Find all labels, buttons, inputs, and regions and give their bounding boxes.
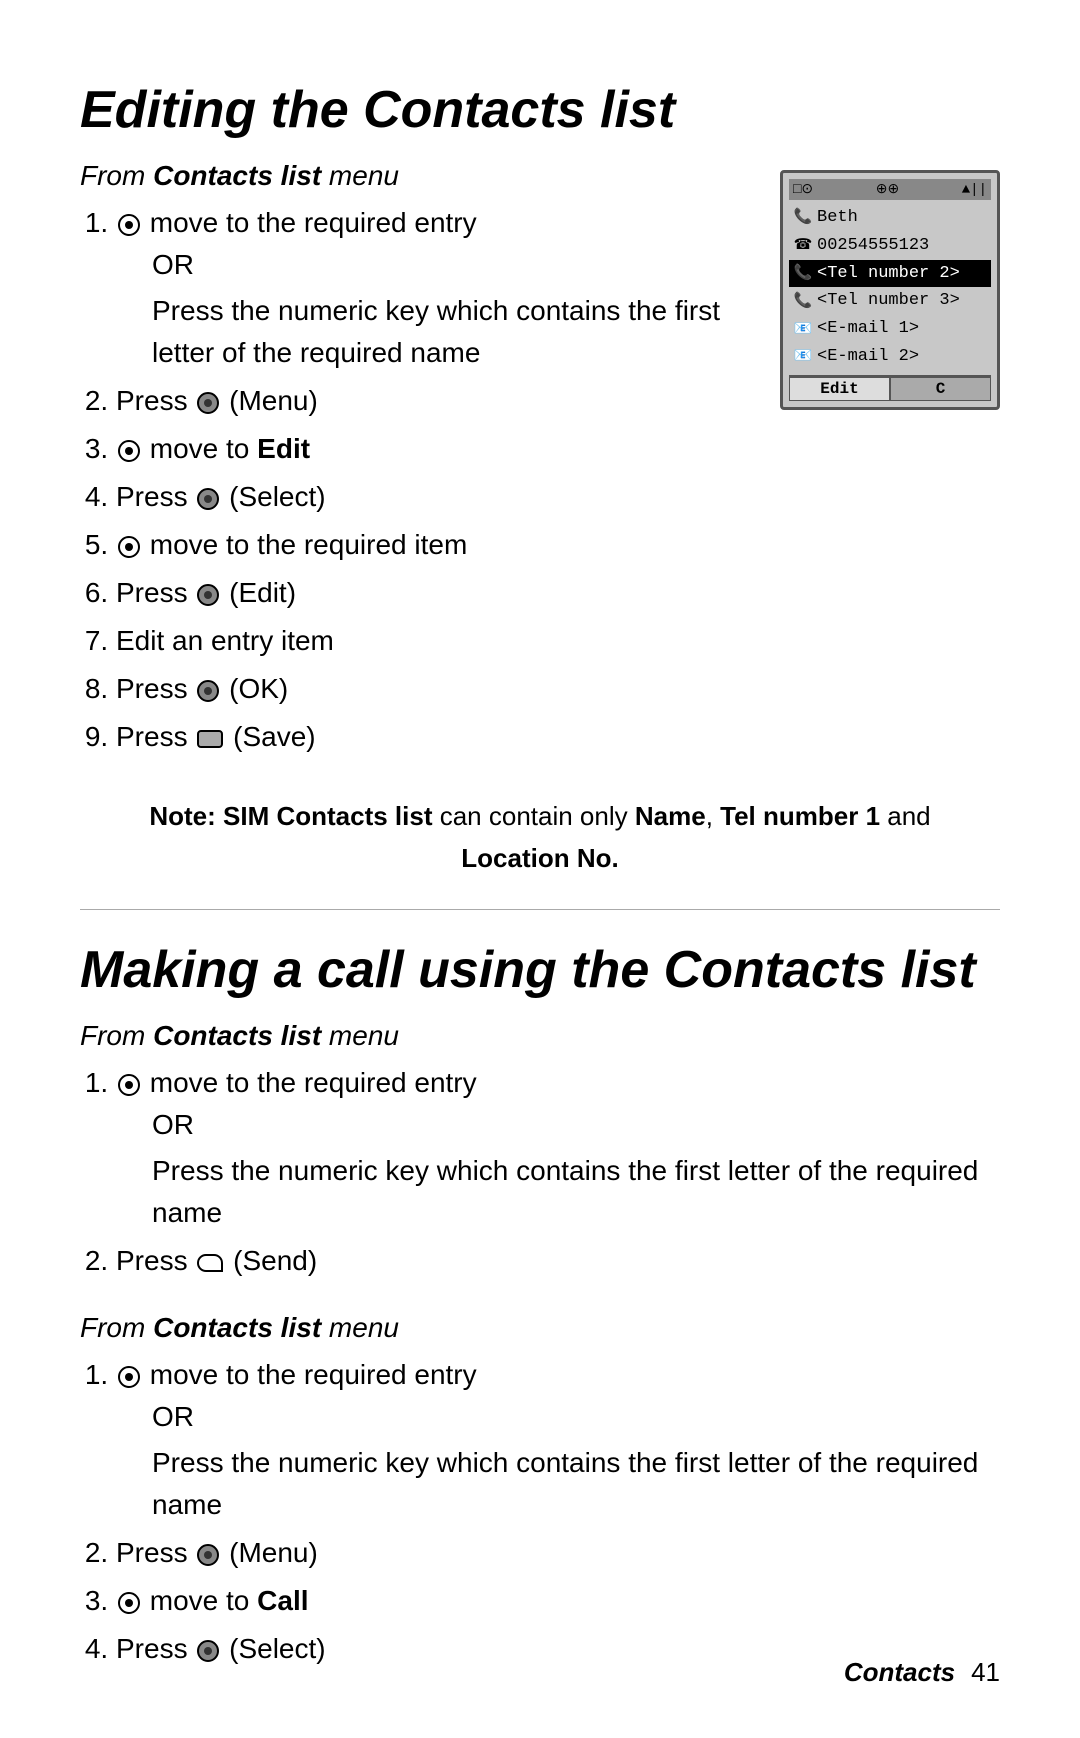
- section3-subtitle: From Contacts list menu: [80, 1312, 1000, 1344]
- step-2b-3: move to Call: [116, 1580, 1000, 1622]
- joystick-icon-5: [118, 1366, 140, 1388]
- or-text-3: OR: [152, 1396, 1000, 1438]
- or-text-2: OR: [152, 1104, 1000, 1146]
- phone-row-email2: 📧<E-mail 2>: [789, 343, 991, 371]
- soft-key-c: C: [890, 377, 991, 401]
- joystick-icon: [118, 214, 140, 236]
- note-block: Note: SIM Contacts list can contain only…: [80, 796, 1000, 879]
- step-2a-2: Press (Send): [116, 1240, 1000, 1282]
- section1-steps: move to the required entry OR Press the …: [80, 202, 740, 758]
- press-numeric-3: Press the numeric key which contains the…: [152, 1442, 1000, 1526]
- status-center: ⊕⊕: [876, 181, 899, 198]
- ok-button-icon: [197, 680, 219, 702]
- joystick-icon-2: [118, 440, 140, 462]
- phone-row-icon-6: 📧: [793, 346, 813, 367]
- section1-title: Editing the Contacts list: [80, 80, 1000, 140]
- page-number: 41: [971, 1657, 1000, 1688]
- phone-row-icon-2: ☎: [793, 235, 813, 256]
- press-numeric-2: Press the numeric key which contains the…: [152, 1150, 1000, 1234]
- menu-button-icon-2: [197, 1544, 219, 1566]
- phone-row-beth: 📞Beth: [789, 204, 991, 232]
- section1-instructions: From Contacts list menu move to the requ…: [80, 160, 740, 766]
- or-text-1: OR: [152, 244, 740, 286]
- phone-row-number: ☎00254555123: [789, 232, 991, 260]
- step-1-2: Press (Menu): [116, 380, 740, 422]
- select-button-icon-2: [197, 1640, 219, 1662]
- save-button-icon: [197, 730, 223, 748]
- step-1-8: Press (OK): [116, 668, 740, 710]
- step-1-1: move to the required entry OR Press the …: [116, 202, 740, 374]
- section3: From Contacts list menu move to the requ…: [80, 1312, 1000, 1670]
- section2-steps-a: move to the required entry OR Press the …: [80, 1062, 1000, 1282]
- send-button-icon: [197, 1254, 223, 1272]
- section2: Making a call using the Contacts list Fr…: [80, 940, 1000, 1670]
- section1-subtitle: From Contacts list menu: [80, 160, 740, 192]
- phone-row-icon-1: 📞: [793, 207, 813, 228]
- phone-screen: □⊙ ⊕⊕ ▲|| 📞Beth ☎00254555123 📞<Tel numbe…: [780, 170, 1000, 410]
- section2-subtitle: From Contacts list menu: [80, 1020, 1000, 1052]
- joystick-icon-4: [118, 1074, 140, 1096]
- status-right: ▲||: [962, 182, 987, 198]
- step-2a-1: move to the required entry OR Press the …: [116, 1062, 1000, 1234]
- phone-row-icon-5: 📧: [793, 319, 813, 340]
- select-button-icon: [197, 488, 219, 510]
- phone-bottom-bar: Edit C: [789, 375, 991, 401]
- step-2b-1: move to the required entry OR Press the …: [116, 1354, 1000, 1526]
- step-1-4: Press (Select): [116, 476, 740, 518]
- section1-content: From Contacts list menu move to the requ…: [80, 160, 1000, 766]
- section-divider: [80, 909, 1000, 910]
- soft-key-edit: Edit: [789, 377, 890, 401]
- phone-row-tel2: 📞<Tel number 2>: [789, 260, 991, 288]
- section2-title: Making a call using the Contacts list: [80, 940, 1000, 1000]
- footer-label: Contacts: [844, 1657, 955, 1688]
- phone-status-bar: □⊙ ⊕⊕ ▲||: [789, 179, 991, 200]
- joystick-icon-6: [118, 1592, 140, 1614]
- section2-steps-b: move to the required entry OR Press the …: [80, 1354, 1000, 1670]
- menu-button-icon: [197, 392, 219, 414]
- press-numeric-1: Press the numeric key which contains the…: [152, 290, 740, 374]
- phone-row-email1: 📧<E-mail 1>: [789, 315, 991, 343]
- phone-row-icon-4: 📞: [793, 291, 813, 312]
- step-1-5: move to the required item: [116, 524, 740, 566]
- step-2b-2: Press (Menu): [116, 1532, 1000, 1574]
- phone-row-icon-3: 📞: [793, 263, 813, 284]
- step-1-7: Edit an entry item: [116, 620, 740, 662]
- page-footer: Contacts 41: [844, 1657, 1000, 1688]
- step-1-9: Press (Save): [116, 716, 740, 758]
- joystick-icon-3: [118, 536, 140, 558]
- edit-button-icon: [197, 584, 219, 606]
- step-1-6: Press (Edit): [116, 572, 740, 614]
- status-left: □⊙: [793, 181, 813, 198]
- phone-row-tel3: 📞<Tel number 3>: [789, 287, 991, 315]
- step-1-3: move to Edit: [116, 428, 740, 470]
